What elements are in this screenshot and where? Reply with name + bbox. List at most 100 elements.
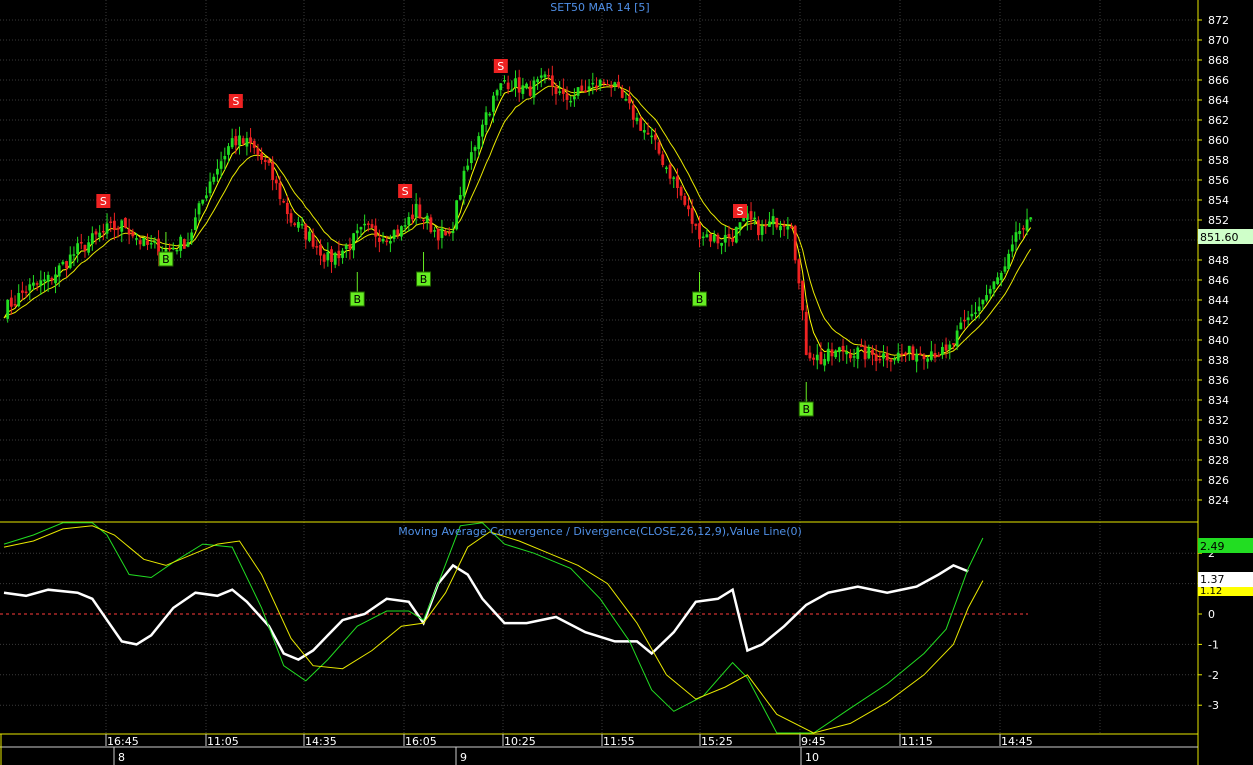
price-tick-label: 830 (1208, 434, 1229, 447)
candle-body (101, 230, 105, 233)
candle-body (50, 277, 54, 281)
candle-body (521, 85, 525, 94)
candle-body (617, 81, 620, 88)
candle-body (720, 242, 723, 246)
candle-body (422, 219, 425, 222)
candle-body (355, 230, 359, 234)
candle-body (734, 226, 738, 243)
candle-body (32, 282, 35, 286)
candle-body (731, 238, 735, 242)
candle-body (753, 217, 757, 220)
candle-body (679, 186, 683, 196)
candle-body (760, 225, 764, 235)
candle-body (481, 124, 484, 137)
candle-body (407, 216, 411, 225)
candle-body (860, 345, 863, 348)
candle-body (1025, 219, 1029, 231)
candle-body (98, 232, 102, 238)
candle-body (999, 272, 1003, 281)
candle-body (105, 223, 109, 234)
price-tick-label: 828 (1208, 454, 1229, 467)
candle-body (698, 223, 701, 240)
candle-body (249, 137, 252, 143)
candle-body (852, 356, 856, 358)
price-tick-label: 836 (1208, 374, 1229, 387)
candle-body (926, 358, 930, 362)
candle-body (620, 89, 624, 98)
candle-body (683, 196, 687, 205)
candle-body (197, 203, 201, 215)
candle-body (451, 230, 455, 234)
buy-signal-label: B (354, 293, 362, 306)
candle-body (1003, 266, 1007, 272)
price-tick-label: 860 (1208, 134, 1229, 147)
candle-body (797, 259, 801, 284)
candle-body (687, 205, 690, 210)
price-tick-label: 870 (1208, 34, 1229, 47)
candle-body (1029, 217, 1033, 220)
price-tick-label: 864 (1208, 94, 1229, 107)
candle-body (469, 152, 473, 164)
candle-body (701, 236, 705, 239)
macd-title: Moving Average Convergence / Divergence(… (398, 525, 802, 538)
candle-body (561, 88, 565, 94)
candle-body (9, 297, 13, 307)
macd-tick-label: -1 (1208, 638, 1219, 651)
candle-body (952, 343, 955, 345)
candle-body (525, 83, 528, 89)
candle-body (396, 229, 400, 236)
candle-body (411, 214, 414, 220)
candle-body (503, 80, 506, 82)
candle-body (153, 241, 157, 243)
candle-body (569, 100, 573, 103)
candle-body (311, 233, 315, 247)
candle-body (764, 224, 768, 227)
candle-body (436, 228, 440, 241)
candle-body (142, 238, 146, 246)
candle-body (977, 306, 981, 311)
candle-body (904, 352, 907, 355)
candle-body (547, 74, 551, 77)
candle-body (433, 230, 436, 232)
price-tick-label: 856 (1208, 174, 1229, 187)
candle-body (1021, 228, 1025, 230)
candle-body (190, 232, 194, 241)
candle-body (1014, 232, 1018, 242)
candle-body (425, 215, 429, 223)
chart-background (0, 0, 1253, 765)
candle-body (992, 281, 996, 290)
candle-body (113, 220, 116, 231)
candle-body (333, 252, 337, 265)
candle-body (447, 232, 451, 234)
price-tick-label: 862 (1208, 114, 1229, 127)
candle-body (94, 231, 98, 235)
candle-body (514, 78, 517, 88)
candle-body (532, 80, 536, 98)
price-tick-label: 824 (1208, 494, 1229, 507)
candle-body (635, 117, 639, 122)
candle-body (591, 82, 595, 85)
candle-body (565, 93, 569, 100)
candle-body (267, 160, 271, 163)
candle-body (974, 312, 977, 314)
candle-body (554, 86, 558, 95)
candle-body (300, 223, 304, 226)
candle-body (440, 228, 444, 238)
candle-body (484, 112, 488, 125)
candle-body (672, 177, 676, 179)
candle-body (90, 233, 94, 244)
candle-body (76, 243, 79, 254)
candle-body (646, 132, 650, 135)
candle-body (510, 89, 514, 92)
candle-body (727, 233, 731, 238)
price-tick-label: 866 (1208, 74, 1229, 87)
candle-body (57, 265, 61, 277)
candle-body (315, 246, 319, 248)
candle-body (319, 244, 322, 256)
time-tick-label: 16:05 (405, 735, 437, 748)
last-price-badge: 851.60 (1198, 229, 1253, 244)
candle-body (573, 96, 576, 100)
candle-body (499, 83, 503, 91)
candle-body (966, 317, 970, 321)
sell-signal: S (398, 184, 413, 198)
